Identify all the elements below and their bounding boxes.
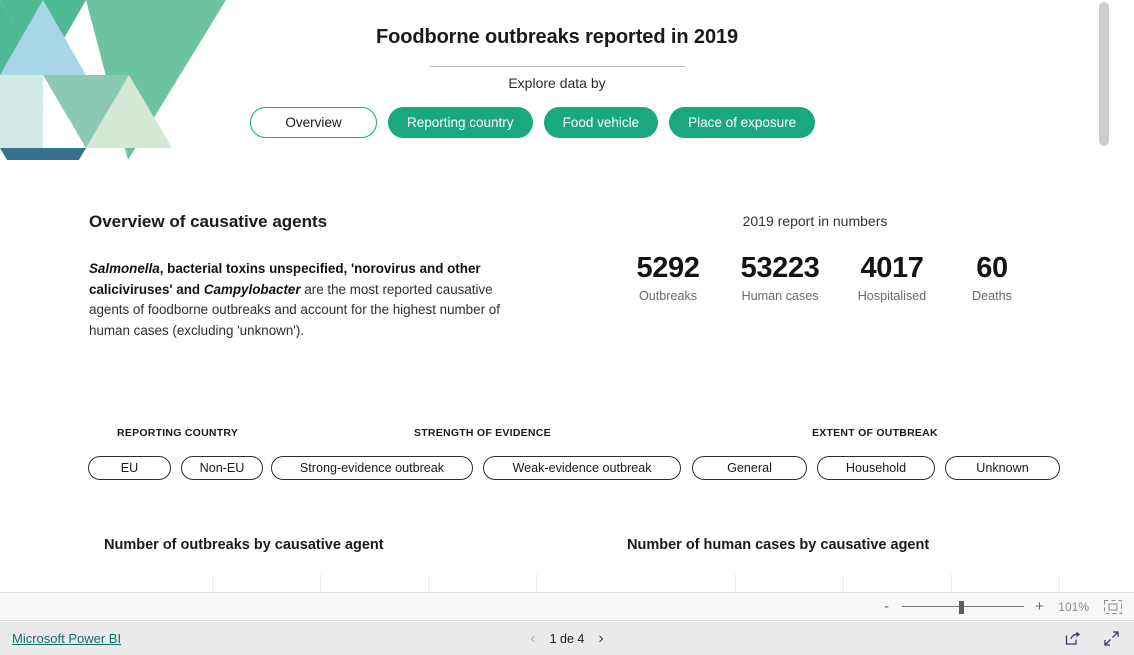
fullscreen-icon[interactable] [1103,630,1120,647]
chart-gridline [735,574,736,592]
zoom-slider-handle[interactable] [959,600,964,614]
kpi-hospitalised-label: Hospitalised [857,289,927,303]
kpi-deaths-value: 60 [976,252,1008,284]
chart-outbreaks-by-causative-agent[interactable] [104,570,544,592]
kpi-hospitalised: 4017 Hospitalised [836,252,948,303]
nav-pill-overview[interactable]: Overview [250,107,377,138]
chart-title-human-cases-by-causative-agent: Number of human cases by causative agent [627,537,930,553]
previous-page-icon[interactable]: ‹ [530,630,535,647]
filter-pill-eu[interactable]: EU [88,456,171,480]
zoom-in-button[interactable]: + [1033,599,1046,614]
navigation-pills: Overview Reporting country Food vehicle … [250,107,816,138]
kpi-outbreaks-value: 5292 [636,252,700,284]
filter-pill-weak-evidence-outbreak[interactable]: Weak-evidence outbreak [483,456,681,480]
kpi-deaths: 60 Deaths [948,252,1036,303]
filter-pill-general[interactable]: General [692,456,807,480]
chart-title-outbreaks-by-causative-agent: Number of outbreaks by causative agent [104,537,384,553]
filter-pill-household[interactable]: Household [817,456,935,480]
chart-gridline [536,574,537,592]
filter-pill-unknown[interactable]: Unknown [945,456,1060,480]
microsoft-power-bi-link[interactable]: Microsoft Power BI [12,631,121,646]
chart-gridline [1059,574,1060,592]
overview-section-heading: Overview of causative agents [89,212,328,231]
fit-to-screen-icon[interactable] [1104,599,1122,614]
vertical-scrollbar-thumb[interactable] [1099,2,1109,146]
share-icon[interactable] [1064,630,1081,647]
zoom-out-button[interactable]: - [880,599,893,614]
slicer-reporting-country: EU Non-EU [88,456,263,480]
decorative-triangle-mosaic [0,0,226,160]
chart-gridline [320,574,321,592]
agent-name-salmonella: Salmonella [89,261,160,276]
slicer-title-reporting-country: REPORTING COUNTRY [117,427,239,439]
kpi-row: 5292 Outbreaks 53223 Human cases 4017 Ho… [612,252,1036,303]
zoom-level-label: 101% [1058,599,1089,614]
chart-gridline [951,574,952,592]
slicer-strength-of-evidence: Strong-evidence outbreak Weak-evidence o… [271,456,681,480]
nav-pill-place-of-exposure[interactable]: Place of exposure [669,107,816,138]
status-bar-actions [1064,630,1120,647]
chart-gridline [843,574,844,592]
overview-paragraph: Salmonella, bacterial toxins unspecified… [89,259,527,341]
zoom-slider[interactable] [902,600,1024,614]
kpi-human-cases-value: 53223 [740,252,820,284]
power-bi-report-viewer: Foodborne outbreaks reported in 2019 Exp… [0,0,1134,655]
kpi-human-cases: 53223 Human cases [724,252,836,303]
chart-gridline [428,574,429,592]
kpi-deaths-label: Deaths [972,289,1012,303]
report-canvas: Foodborne outbreaks reported in 2019 Exp… [0,0,1114,592]
filter-pill-strong-evidence-outbreak[interactable]: Strong-evidence outbreak [271,456,473,480]
slicer-extent-of-outbreak: General Household Unknown [692,456,1060,480]
page-indicator: 1 de 4 [549,631,585,646]
explore-data-by-label: Explore data by [508,75,606,91]
kpi-outbreaks: 5292 Outbreaks [612,252,724,303]
page-title: Foodborne outbreaks reported in 2019 [375,26,739,48]
nav-pill-food-vehicle[interactable]: Food vehicle [543,107,659,138]
filter-pill-non-eu[interactable]: Non-EU [181,456,263,480]
slicer-title-extent-of-outbreak: EXTENT OF OUTBREAK [812,427,938,439]
nav-pill-reporting-country[interactable]: Reporting country [388,107,533,138]
next-page-icon[interactable]: › [598,630,603,647]
page-navigation: ‹ 1 de 4 › [482,630,652,647]
vertical-scrollbar-track[interactable] [1094,0,1114,592]
chart-human-cases-by-causative-agent[interactable] [627,570,1067,592]
kpi-caption: 2019 report in numbers [742,213,888,229]
agent-name-campylobacter: Campylobacter [203,281,301,297]
slicer-title-strength-of-evidence: STRENGTH OF EVIDENCE [414,427,551,439]
kpi-hospitalised-value: 4017 [860,252,924,284]
title-divider [430,66,685,67]
status-bar: Microsoft Power BI ‹ 1 de 4 › [0,622,1134,655]
chart-gridline [212,574,213,592]
kpi-human-cases-label: Human cases [741,289,819,303]
kpi-outbreaks-label: Outbreaks [638,289,698,303]
zoom-toolbar: - + 101% [0,592,1134,621]
